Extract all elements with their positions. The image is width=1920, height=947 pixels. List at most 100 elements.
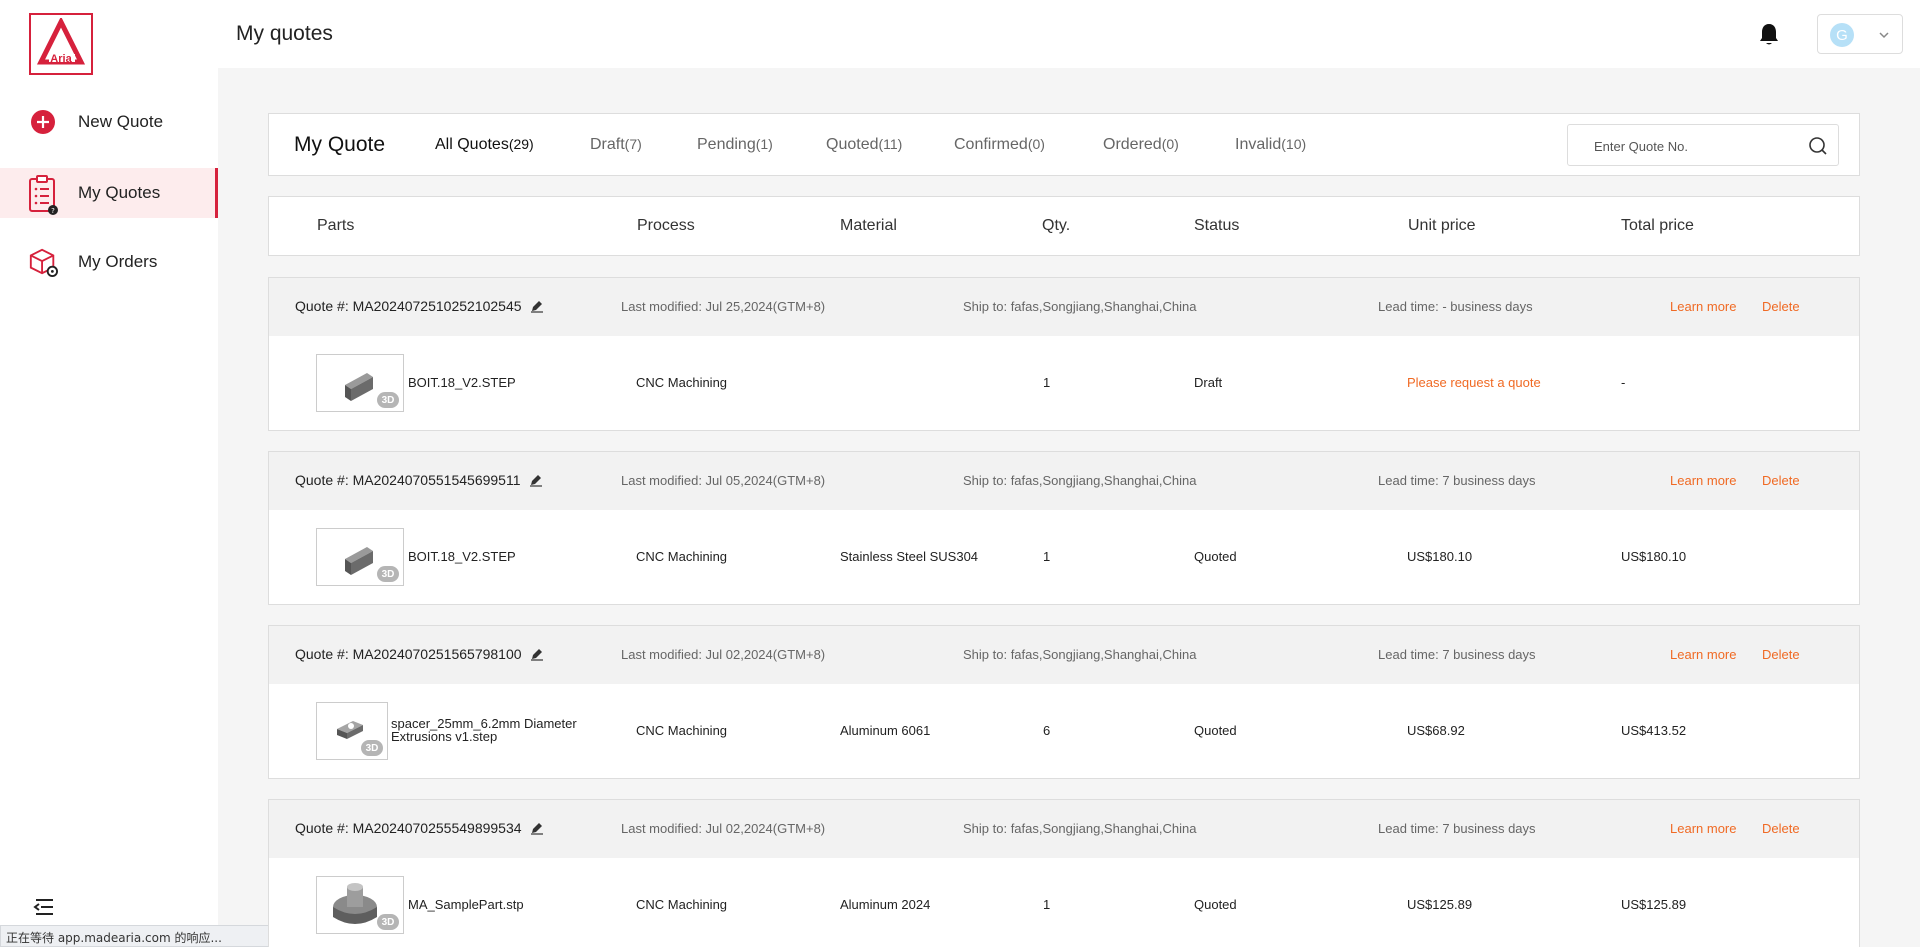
part-status: Quoted: [1194, 723, 1237, 738]
tab-confirmed[interactable]: Confirmed(0): [954, 136, 1045, 154]
search-icon[interactable]: [1808, 136, 1828, 156]
part-status: Quoted: [1194, 897, 1237, 912]
browser-status-bar: 正在等待 app.madearia.com 的响应...: [0, 925, 286, 947]
part-status: Quoted: [1194, 549, 1237, 564]
box-gear-icon: [28, 247, 58, 277]
column-header-unit-price: Unit price: [1408, 217, 1476, 234]
sidebar: Aria New Quote ? My Quotes My Orders: [0, 0, 218, 947]
edit-pencil-icon[interactable]: [530, 821, 544, 835]
last-modified: Last modified: Jul 05,2024(GTM+8): [621, 473, 826, 488]
sidebar-item-my-quotes[interactable]: ? My Quotes: [0, 168, 218, 218]
table-column-header: Parts Process Material Qty. Status Unit …: [268, 196, 1860, 256]
top-header: My quotes G: [218, 0, 1920, 68]
part-thumbnail[interactable]: 3D: [316, 528, 404, 586]
3d-badge: 3D: [361, 740, 383, 756]
quote-number: Quote #: MA2024072510252102545: [295, 298, 544, 314]
edit-pencil-icon[interactable]: [530, 299, 544, 313]
aria-logo[interactable]: Aria: [29, 13, 93, 75]
sidebar-item-label: New Quote: [78, 112, 164, 131]
learn-more-link[interactable]: Learn more: [1670, 647, 1736, 662]
quote-card: Quote #: MA2024070551545699511 Last modi…: [268, 451, 1860, 605]
learn-more-link[interactable]: Learn more: [1670, 299, 1736, 314]
clipboard-list-icon: ?: [28, 175, 58, 215]
sidebar-item-my-orders[interactable]: My Orders: [0, 237, 218, 287]
learn-more-link[interactable]: Learn more: [1670, 821, 1736, 836]
quote-number-search-input[interactable]: [1594, 136, 1804, 156]
sidebar-item-new-quote[interactable]: New Quote: [0, 97, 218, 147]
delete-link[interactable]: Delete: [1762, 821, 1800, 836]
tab-ordered[interactable]: Ordered(0): [1103, 136, 1179, 154]
quote-filter-bar: My Quote All Quotes(29) Draft(7) Pending…: [268, 113, 1860, 176]
quote-number: Quote #: MA2024070255549899534: [295, 820, 544, 836]
tab-invalid[interactable]: Invalid(10): [1235, 136, 1306, 154]
part-total-price: -: [1621, 375, 1626, 390]
part-unit-price: US$68.92: [1407, 723, 1465, 738]
table-row: 3D MA_SamplePart.stp CNC Machining Alumi…: [269, 858, 1859, 947]
column-header-total-price: Total price: [1621, 217, 1694, 234]
page-title: My quotes: [236, 22, 333, 45]
part-process: CNC Machining: [636, 549, 728, 564]
part-material: Stainless Steel SUS304: [840, 549, 979, 564]
column-header-parts: Parts: [317, 217, 355, 234]
table-row: 3D spacer_25mm_6.2mm Diameter Extrusions …: [269, 684, 1859, 780]
ship-to: Ship to: fafas,Songjiang,Shanghai,China: [963, 473, 1197, 488]
delete-link[interactable]: Delete: [1762, 473, 1800, 488]
svg-text:Aria: Aria: [50, 53, 72, 65]
edit-pencil-icon[interactable]: [530, 647, 544, 661]
user-menu[interactable]: G: [1817, 14, 1903, 54]
part-file-name[interactable]: BOIT.18_V2.STEP: [408, 376, 516, 389]
part-file-name[interactable]: BOIT.18_V2.STEP: [408, 550, 516, 563]
last-modified: Last modified: Jul 02,2024(GTM+8): [621, 821, 826, 836]
part-total-price: US$125.89: [1621, 897, 1687, 912]
quote-header: Quote #: MA2024070551545699511 Last modi…: [269, 452, 1859, 510]
part-thumbnail[interactable]: 3D: [316, 702, 388, 760]
delete-link[interactable]: Delete: [1762, 647, 1800, 662]
lead-time: Lead time: - business days: [1378, 299, 1533, 314]
3d-badge: 3D: [377, 566, 399, 582]
tab-draft[interactable]: Draft(7): [590, 136, 642, 154]
bell-icon[interactable]: [1758, 22, 1780, 46]
quote-header: Quote #: MA2024070255549899534 Last modi…: [269, 800, 1859, 858]
sidebar-item-label: My Orders: [78, 252, 158, 271]
part-qty: 1: [1043, 549, 1051, 564]
part-total-price: US$413.52: [1621, 723, 1687, 738]
lead-time: Lead time: 7 business days: [1378, 647, 1536, 662]
column-header-qty: Qty.: [1042, 217, 1071, 234]
avatar: G: [1830, 23, 1854, 47]
plus-circle-icon: [28, 107, 58, 137]
learn-more-link[interactable]: Learn more: [1670, 473, 1736, 488]
part-file-name[interactable]: spacer_25mm_6.2mm Diameter Extrusions v1.…: [391, 717, 577, 743]
column-header-status: Status: [1194, 217, 1240, 234]
delete-link[interactable]: Delete: [1762, 299, 1800, 314]
part-qty: 1: [1043, 897, 1051, 912]
part-status: Draft: [1194, 375, 1223, 390]
part-file-name[interactable]: MA_SamplePart.stp: [408, 898, 524, 911]
quote-card: Quote #: MA2024070251565798100 Last modi…: [268, 625, 1860, 779]
table-row: 3D BOIT.18_V2.STEP CNC Machining Stainle…: [269, 510, 1859, 606]
column-header-process: Process: [637, 217, 695, 234]
part-thumbnail[interactable]: 3D: [316, 354, 404, 412]
part-thumbnail[interactable]: 3D: [316, 876, 404, 934]
part-process: CNC Machining: [636, 897, 728, 912]
quote-header: Quote #: MA2024070251565798100 Last modi…: [269, 626, 1859, 684]
tab-all-quotes[interactable]: All Quotes(29): [435, 136, 534, 154]
last-modified: Last modified: Jul 02,2024(GTM+8): [621, 647, 826, 662]
tab-pending[interactable]: Pending(1): [697, 136, 773, 154]
quote-card: Quote #: MA2024070255549899534 Last modi…: [268, 799, 1860, 947]
table-row: 3D BOIT.18_V2.STEP CNC Machining 1 Draft…: [269, 336, 1859, 432]
aria-logo-icon: Aria: [36, 18, 86, 65]
3d-badge: 3D: [377, 914, 399, 930]
edit-pencil-icon[interactable]: [529, 473, 543, 487]
part-process: CNC Machining: [636, 723, 728, 738]
3d-badge: 3D: [377, 392, 399, 408]
tab-quoted[interactable]: Quoted(11): [826, 136, 902, 154]
request-quote-link[interactable]: Please request a quote: [1407, 375, 1541, 390]
ship-to: Ship to: fafas,Songjiang,Shanghai,China: [963, 299, 1197, 314]
filter-title: My Quote: [294, 133, 386, 156]
quote-number: Quote #: MA2024070251565798100: [295, 646, 544, 662]
part-unit-price: US$180.10: [1407, 549, 1473, 564]
last-modified: Last modified: Jul 25,2024(GTM+8): [621, 299, 826, 314]
ship-to: Ship to: fafas,Songjiang,Shanghai,China: [963, 821, 1197, 836]
menu-collapse-icon[interactable]: [32, 895, 56, 919]
part-total-price: US$180.10: [1621, 549, 1687, 564]
